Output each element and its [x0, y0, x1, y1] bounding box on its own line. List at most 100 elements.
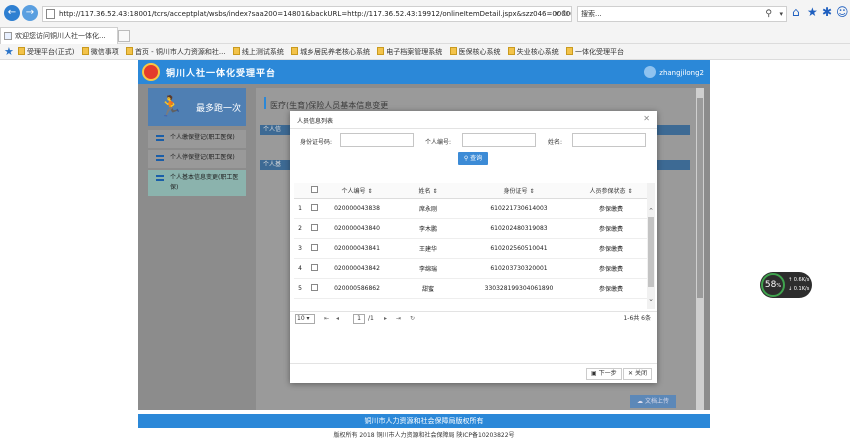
divider	[290, 128, 657, 129]
back-icon[interactable]: ←	[4, 5, 20, 21]
next-page-icon[interactable]: ▸	[384, 312, 387, 326]
first-page-icon[interactable]: ⇤	[324, 312, 329, 326]
row-select	[306, 238, 322, 259]
fav-label: 一体化受理平台	[575, 48, 624, 56]
fav-item[interactable]: 微信事项	[81, 47, 119, 56]
page-number-input[interactable]: 1	[353, 314, 365, 324]
folder-icon	[125, 47, 133, 55]
row-checkbox[interactable]	[310, 204, 318, 211]
close-label: 关闭	[634, 370, 647, 377]
fav-item[interactable]: 电子档案管理系统	[377, 47, 442, 56]
fav-item[interactable]: 线上测试系统	[232, 47, 284, 56]
select-all-checkbox[interactable]	[310, 186, 318, 194]
folder-icon	[291, 47, 299, 55]
row-checkbox[interactable]	[310, 244, 318, 251]
page-scrollbar[interactable]	[696, 88, 704, 410]
column-header[interactable]: 姓名 ⇕	[392, 183, 464, 199]
reload-icon[interactable]: ↻	[410, 312, 415, 326]
favorites-star-icon[interactable]: ★	[807, 5, 818, 19]
sidebar-item-label: 个人停保登记(职工医保)	[170, 154, 235, 161]
page-size-value: 10	[297, 315, 305, 322]
upload-value: 0.6	[793, 277, 802, 283]
user-menu[interactable]: zhangjilong2	[644, 66, 704, 79]
scrollbar-thumb[interactable]	[648, 217, 654, 287]
cell-pno: 020000043840	[322, 218, 392, 239]
home-icon[interactable]: ⌂	[792, 5, 800, 19]
network-gauge[interactable]: 58% ↑ 0.6K/s ↓ 0.1K/s	[760, 272, 812, 298]
name-input[interactable]	[572, 133, 646, 147]
doc-upload-button[interactable]: ☁ 文档上传	[630, 395, 676, 408]
refresh-icon[interactable]: ↻	[562, 7, 569, 21]
fav-item[interactable]: 失业核心系统	[507, 47, 559, 56]
row-checkbox[interactable]	[310, 284, 318, 291]
address-bar[interactable]: http://117.36.52.43:18001/tcrs/acceptpla…	[42, 6, 572, 22]
close-icon[interactable]: ✕	[643, 114, 650, 123]
table-row[interactable]: 1 020000043838 席永刚 610221730614003 参保缴费	[294, 198, 648, 219]
table-row[interactable]: 3 020000043841 王建华 610202560510041 参保缴费	[294, 238, 648, 259]
sidebar-item-label: 个人基本信息变更(职工医保)	[170, 174, 239, 191]
page-icon	[46, 9, 55, 19]
list-icon	[156, 175, 164, 181]
search-icon[interactable]: ⚲	[765, 7, 772, 21]
scrollbar-thumb[interactable]	[697, 98, 703, 298]
smiley-icon[interactable]: ☺	[836, 5, 849, 19]
row-checkbox[interactable]	[310, 224, 318, 231]
sidebar-banner: 🏃 最多跑一次	[148, 88, 246, 126]
sidebar-item-change[interactable]: 个人基本信息变更(职工医保)	[148, 170, 246, 196]
table-row[interactable]: 2 020000043840 李木鹏 610202480319083 参保缴费	[294, 218, 648, 239]
column-label: 身份证号	[503, 187, 528, 195]
search-dropdown-icon[interactable]: ▾	[779, 7, 783, 21]
close-button[interactable]: ✕ 关闭	[623, 368, 652, 380]
fav-item[interactable]: 首页 - 铜川市人力资源和社...	[125, 47, 226, 56]
column-header[interactable]: 人员参保状态 ⇕	[574, 183, 648, 199]
fav-item[interactable]: 医保核心系统	[449, 47, 501, 56]
prev-page-icon[interactable]: ◂	[336, 312, 339, 326]
sidebar-item-stop[interactable]: 个人停保登记(职工医保)	[148, 150, 246, 168]
folder-icon	[232, 47, 240, 55]
fav-item[interactable]: 一体化受理平台	[566, 47, 624, 56]
index-header	[294, 183, 306, 199]
doc-upload-label: 文档上传	[644, 398, 669, 405]
row-index: 2	[294, 218, 306, 239]
last-page-icon[interactable]: ⇥	[396, 312, 401, 326]
scroll-up-icon[interactable]: ⌃	[647, 207, 655, 215]
footer-icp: 版权所有 2018 铜川市人力资源和社会保障局 陕ICP备10203822号	[333, 432, 515, 439]
upload-rate: ↑ 0.6K/s	[788, 277, 810, 283]
favorites-icon[interactable]: ★	[4, 45, 14, 58]
new-tab-button[interactable]	[118, 30, 130, 42]
forward-icon[interactable]: →	[22, 5, 38, 21]
browser-tab[interactable]: 欢迎您访问铜川人社一体化...	[0, 27, 118, 44]
table-row[interactable]: 4 020000043842 李绵瑞 610203730320001 参保缴费	[294, 258, 648, 279]
list-icon	[156, 155, 164, 161]
row-select	[306, 258, 322, 279]
user-avatar-icon	[644, 66, 657, 78]
settings-gear-icon[interactable]: ✱	[822, 5, 832, 19]
cell-name: 李木鹏	[392, 218, 464, 239]
fav-item[interactable]: 受理平台(正式)	[18, 47, 74, 56]
pno-input[interactable]	[462, 133, 536, 147]
fav-item[interactable]: 城乡居民养老核心系统	[291, 47, 370, 56]
folder-icon	[377, 47, 385, 55]
row-checkbox[interactable]	[310, 264, 318, 271]
row-select	[306, 198, 322, 219]
next-step-button[interactable]: ▣ 下一步	[586, 368, 622, 380]
page-size-select[interactable]: 10 ▾	[295, 314, 315, 324]
pagination-bar: 10 ▾ ⇤ ◂ 1 /1 ▸ ⇥ ↻ 1-6共 6条	[290, 311, 657, 325]
scroll-down-icon[interactable]: ⌄	[647, 295, 655, 303]
row-select	[306, 278, 322, 299]
sidebar-menu: 个人缴保登记(职工医保) 个人停保登记(职工医保) 个人基本信息变更(职工医保)	[148, 130, 246, 198]
table-scrollbar[interactable]: ⌃ ⌄	[647, 183, 655, 309]
table-row[interactable]: 5 020000586862 甜蜜 330328199304061890 参保缴…	[294, 278, 648, 299]
dropdown-icon[interactable]: ▾	[555, 7, 559, 21]
column-header[interactable]: 个人编号 ⇕	[322, 183, 392, 199]
person-list-modal: 人员信息列表 ✕ 身份证号码: 个人编号: 姓名: ⚲ 查询 个人编号 ⇕ 姓名…	[290, 111, 657, 383]
username: zhangjilong2	[659, 69, 704, 77]
sidebar-item-insure[interactable]: 个人缴保登记(职工医保)	[148, 130, 246, 148]
gauge-unit: %	[776, 283, 782, 289]
query-button[interactable]: ⚲ 查询	[458, 152, 488, 165]
column-header[interactable]: 身份证号 ⇕	[464, 183, 574, 199]
id-input[interactable]	[340, 133, 414, 147]
search-box[interactable]: 搜索... ⚲ ▾	[577, 6, 787, 22]
emblem-logo	[142, 63, 160, 81]
row-index: 3	[294, 238, 306, 259]
